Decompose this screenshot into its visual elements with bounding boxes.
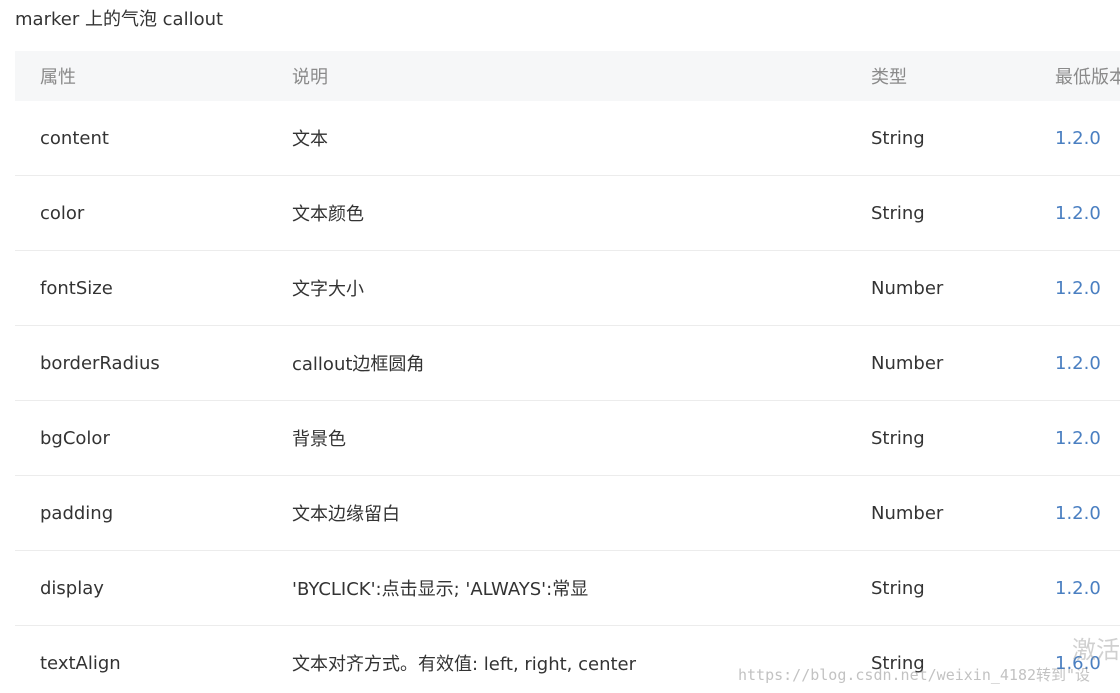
version-link[interactable]: 1.6.0 (1055, 626, 1101, 693)
version-link[interactable]: 1.2.0 (1055, 551, 1101, 625)
header-min-version: 最低版本 (1055, 67, 1120, 88)
property-type: Number (871, 277, 944, 299)
version-link[interactable]: 1.2.0 (1055, 176, 1101, 250)
property-type: String (871, 127, 925, 149)
header-type: 类型 (871, 67, 907, 88)
property-type: String (871, 202, 925, 224)
version-link[interactable]: 1.2.0 (1055, 401, 1101, 475)
property-name: padding (40, 502, 114, 524)
properties-table: 属性 说明 类型 最低版本 content 文本 String 1.2.0 co… (15, 51, 1120, 693)
table-row: fontSize 文字大小 Number 1.2.0 (15, 251, 1120, 326)
table-header-row: 属性 说明 类型 最低版本 (15, 51, 1120, 101)
property-name: bgColor (40, 427, 110, 449)
property-description: 文本颜色 (292, 204, 364, 225)
table-row: padding 文本边缘留白 Number 1.2.0 (15, 476, 1120, 551)
property-type: String (871, 577, 925, 599)
table-row: display 'BYCLICK':点击显示; 'ALWAYS':常显 Stri… (15, 551, 1120, 626)
version-link[interactable]: 1.2.0 (1055, 476, 1101, 550)
property-type: String (871, 427, 925, 449)
property-name: display (40, 577, 104, 599)
table-row: content 文本 String 1.2.0 (15, 101, 1120, 176)
property-description: callout边框圆角 (292, 354, 425, 375)
table-row: borderRadius callout边框圆角 Number 1.2.0 (15, 326, 1120, 401)
property-name: borderRadius (40, 352, 160, 374)
property-name: content (40, 127, 109, 149)
version-link[interactable]: 1.2.0 (1055, 326, 1101, 400)
table-caption: marker 上的气泡 callout (15, 9, 224, 30)
property-description: 文本 (292, 129, 328, 150)
property-description: 背景色 (292, 429, 346, 450)
property-type: Number (871, 502, 944, 524)
table-row: bgColor 背景色 String 1.2.0 (15, 401, 1120, 476)
property-description: 'BYCLICK':点击显示; 'ALWAYS':常显 (292, 579, 589, 600)
property-description: 文字大小 (292, 279, 364, 300)
table-row: textAlign 文本对齐方式。有效值: left, right, cente… (15, 626, 1120, 693)
table-row: color 文本颜色 String 1.2.0 (15, 176, 1120, 251)
property-type: Number (871, 352, 944, 374)
property-name: fontSize (40, 277, 113, 299)
property-description: 文本边缘留白 (292, 504, 400, 525)
version-link[interactable]: 1.2.0 (1055, 251, 1101, 325)
property-name: color (40, 202, 85, 224)
property-name: textAlign (40, 652, 121, 674)
header-attribute: 属性 (40, 67, 76, 88)
version-link[interactable]: 1.2.0 (1055, 101, 1101, 175)
property-description: 文本对齐方式。有效值: left, right, center (292, 654, 637, 675)
header-description: 说明 (292, 67, 328, 88)
property-type: String (871, 652, 925, 674)
page: marker 上的气泡 callout 属性 说明 类型 最低版本 conten… (0, 0, 1120, 693)
